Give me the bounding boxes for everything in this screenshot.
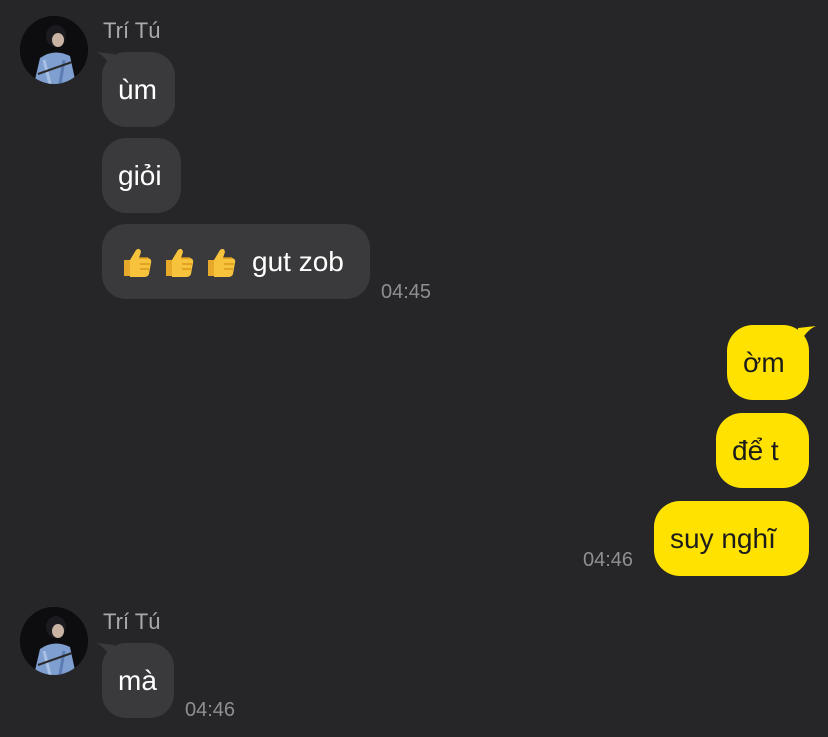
message-text: giỏi xyxy=(118,159,162,191)
timestamp: 04:46 xyxy=(583,549,634,571)
message-bubble[interactable]: để t xyxy=(716,413,809,488)
profile-photo-icon xyxy=(20,16,88,84)
emoji-group xyxy=(118,244,244,280)
message-text: ờm xyxy=(743,346,785,378)
message-text: ùm xyxy=(118,73,157,105)
timestamp: 04:46 xyxy=(185,699,236,721)
message-text: mà xyxy=(118,664,157,696)
message-bubble[interactable]: giỏi xyxy=(102,138,181,213)
message-bubble[interactable]: ùm xyxy=(102,52,175,127)
sender-name: Trí Tú xyxy=(103,609,161,634)
avatar[interactable] xyxy=(20,16,88,84)
message-bubble[interactable]: ờm xyxy=(727,325,809,400)
thumbs-up-icon xyxy=(124,248,152,277)
message-bubble[interactable]: suy nghĩ xyxy=(654,501,809,576)
message-bubble[interactable]: mà xyxy=(102,643,174,718)
avatar[interactable] xyxy=(20,607,88,675)
message-text: gut zob xyxy=(252,245,344,277)
thumbs-up-icon xyxy=(208,248,236,277)
profile-photo-icon xyxy=(20,607,88,675)
timestamp: 04:45 xyxy=(381,281,432,303)
message-text: suy nghĩ xyxy=(670,522,776,554)
message-bubble[interactable]: gut zob xyxy=(102,224,370,299)
thumbs-up-icon xyxy=(166,248,194,277)
message-text: để t xyxy=(732,434,779,466)
sender-name: Trí Tú xyxy=(103,18,161,43)
chat-conversation: Trí Tú ùm giỏi gut zob 04:45 ờm để t suy… xyxy=(0,0,828,737)
